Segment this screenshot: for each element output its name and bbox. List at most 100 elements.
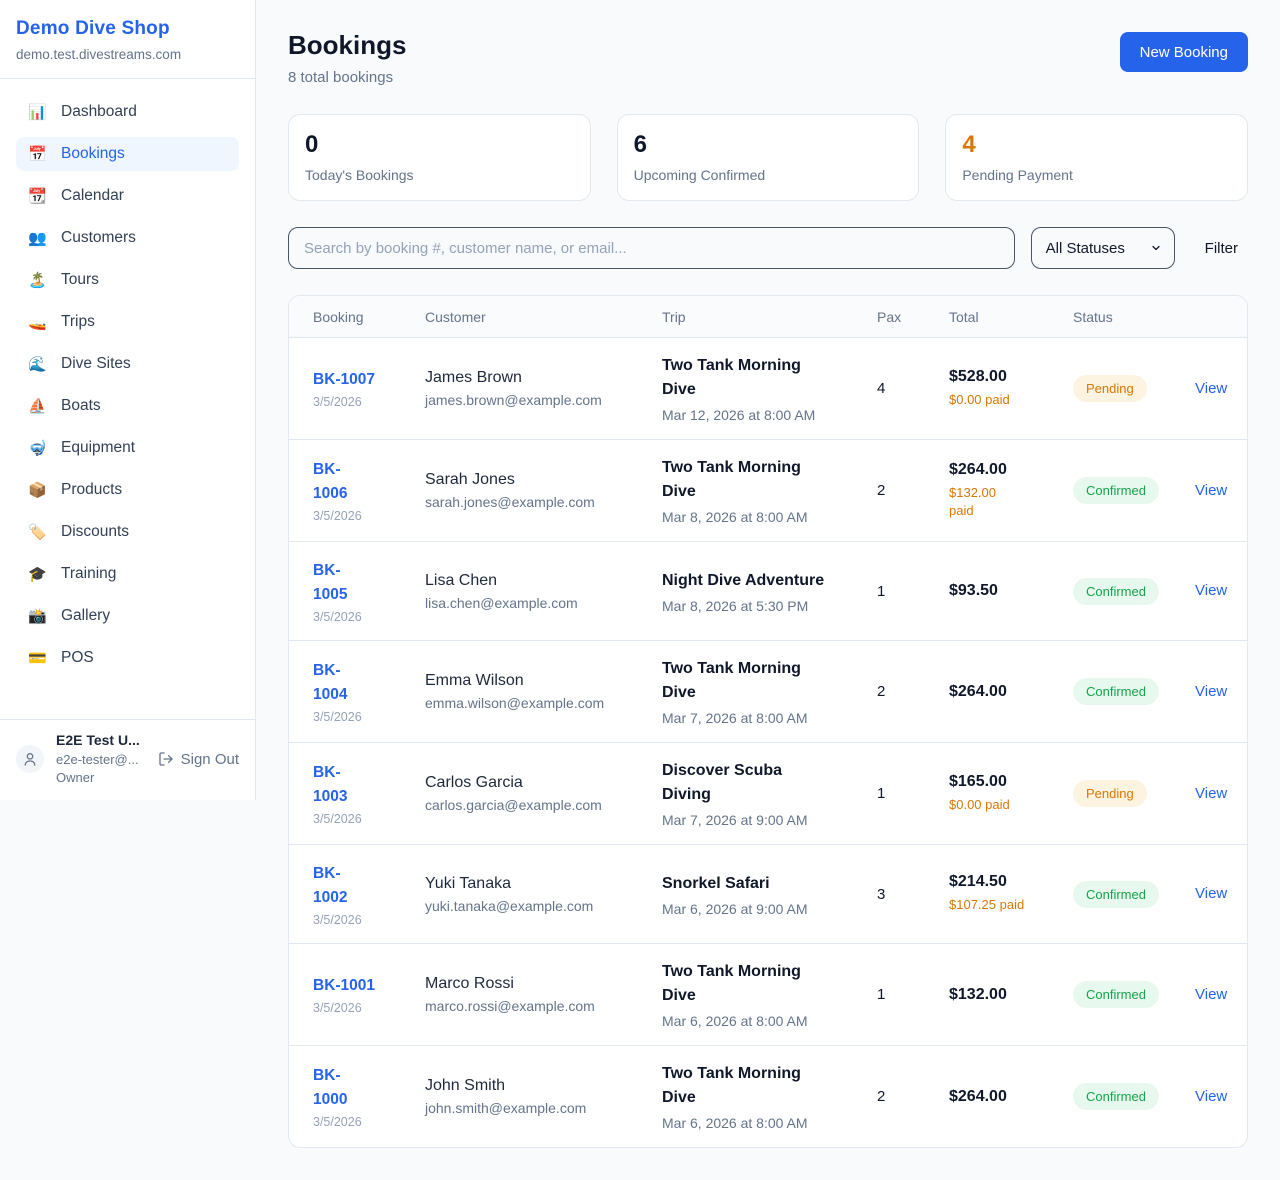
stat-value: 4 [962,132,1231,158]
customer-email: lisa.chen@example.com [425,595,662,611]
sidebar-item-label: Customers [61,229,136,247]
sign-out-button[interactable]: Sign Out [158,751,239,768]
status-badge: Pending [1073,375,1147,402]
view-booking-link[interactable]: View [1195,785,1227,802]
stat-label: Pending Payment [962,167,1231,183]
table-row: BK- 1000 3/5/2026 John Smith john.smith@… [289,1046,1247,1147]
column-header-status: Status [1073,309,1195,325]
sidebar-item-customers[interactable]: 👥 Customers [16,221,239,255]
booking-date: 3/5/2026 [313,395,425,409]
view-booking-link[interactable]: View [1195,380,1227,397]
booking-id-link[interactable]: BK-1001 [313,974,375,998]
bookings-table: Booking Customer Trip Pax Total Status B… [288,295,1248,1148]
page-header: Bookings 8 total bookings New Booking [288,30,1248,86]
sidebar-nav: 📊 Dashboard 📅 Bookings 📆 Calendar 👥 Cust… [0,79,255,675]
status-filter-value: All Statuses [1046,240,1125,257]
paid-amount: $107.25 paid [949,896,1073,915]
view-booking-link[interactable]: View [1195,885,1227,902]
table-row: BK-1007 3/5/2026 James Brown james.brown… [289,338,1247,440]
booking-id-link[interactable]: BK- 1000 [313,1064,347,1112]
booking-date: 3/5/2026 [313,812,425,826]
booking-date: 3/5/2026 [313,710,425,724]
sidebar-item-label: POS [61,649,94,667]
view-booking-link[interactable]: View [1195,1088,1227,1105]
search-input[interactable] [288,227,1015,269]
customers-icon: 👥 [28,229,47,247]
view-booking-link[interactable]: View [1195,582,1227,599]
customer-name: James Brown [425,369,662,387]
table-header-row: Booking Customer Trip Pax Total Status [289,296,1247,338]
booking-date: 3/5/2026 [313,1001,425,1015]
trip-datetime: Mar 6, 2026 at 9:00 AM [662,901,865,917]
status-badge: Confirmed [1073,981,1159,1008]
shop-domain: demo.test.divestreams.com [16,47,239,62]
sidebar-item-boats[interactable]: ⛵ Boats [16,389,239,423]
customer-name: Sarah Jones [425,471,662,489]
column-header-pax: Pax [877,309,949,325]
booking-date: 3/5/2026 [313,913,425,927]
trip-datetime: Mar 6, 2026 at 8:00 AM [662,1115,865,1131]
sidebar-item-products[interactable]: 📦 Products [16,473,239,507]
discounts-icon: 🏷️ [28,523,47,541]
customer-name: Lisa Chen [425,572,662,590]
trip-datetime: Mar 6, 2026 at 8:00 AM [662,1013,865,1029]
sidebar-item-training[interactable]: 🎓 Training [16,557,239,591]
booking-date: 3/5/2026 [313,1115,425,1129]
page-title: Bookings [288,30,406,61]
status-filter-select[interactable]: All Statuses [1031,227,1175,269]
sidebar-item-label: Tours [61,271,99,289]
pax-count: 4 [877,380,949,397]
customer-email: john.smith@example.com [425,1100,662,1116]
sidebar-item-calendar[interactable]: 📆 Calendar [16,179,239,213]
filter-button[interactable]: Filter [1205,240,1238,257]
sidebar-item-label: Trips [61,313,95,331]
customer-name: Emma Wilson [425,672,662,690]
table-row: BK-1001 3/5/2026 Marco Rossi marco.rossi… [289,944,1247,1046]
new-booking-button[interactable]: New Booking [1120,32,1248,72]
trip-datetime: Mar 8, 2026 at 5:30 PM [662,598,865,614]
table-row: BK- 1002 3/5/2026 Yuki Tanaka yuki.tanak… [289,845,1247,944]
booking-id-link[interactable]: BK- 1003 [313,761,347,809]
sidebar-item-label: Training [61,565,116,583]
customer-email: yuki.tanaka@example.com [425,898,662,914]
chevron-down-icon [1150,242,1162,254]
trip-datetime: Mar 8, 2026 at 8:00 AM [662,509,865,525]
total-amount: $264.00 [949,683,1073,701]
calendar-icon: 📆 [28,187,47,205]
pax-count: 1 [877,785,949,802]
column-header-booking: Booking [313,309,425,325]
pax-count: 1 [877,583,949,600]
sidebar-item-dashboard[interactable]: 📊 Dashboard [16,95,239,129]
sidebar-item-equipment[interactable]: 🤿 Equipment [16,431,239,465]
boats-icon: ⛵ [28,397,47,415]
view-booking-link[interactable]: View [1195,683,1227,700]
stat-label: Upcoming Confirmed [634,167,903,183]
booking-id-link[interactable]: BK- 1006 [313,458,347,506]
trip-datetime: Mar 7, 2026 at 9:00 AM [662,812,865,828]
sidebar-item-discounts[interactable]: 🏷️ Discounts [16,515,239,549]
sign-out-icon [158,751,174,767]
column-header-trip: Trip [662,309,877,325]
view-booking-link[interactable]: View [1195,482,1227,499]
sidebar-item-tours[interactable]: 🏝️ Tours [16,263,239,297]
booking-id-link[interactable]: BK- 1005 [313,559,347,607]
user-icon [22,751,38,767]
status-badge: Confirmed [1073,477,1159,504]
total-amount: $132.00 [949,986,1073,1004]
sidebar-item-gallery[interactable]: 📸 Gallery [16,599,239,633]
sidebar: Demo Dive Shop demo.test.divestreams.com… [0,0,256,800]
total-amount: $93.50 [949,582,1073,600]
training-icon: 🎓 [28,565,47,583]
sidebar-item-pos[interactable]: 💳 POS [16,641,239,675]
view-booking-link[interactable]: View [1195,986,1227,1003]
booking-id-link[interactable]: BK- 1004 [313,659,347,707]
sidebar-item-label: Gallery [61,607,110,625]
products-icon: 📦 [28,481,47,499]
stat-value: 0 [305,132,574,158]
pax-count: 1 [877,986,949,1003]
sidebar-item-trips[interactable]: 🚤 Trips [16,305,239,339]
sidebar-item-bookings[interactable]: 📅 Bookings [16,137,239,171]
booking-id-link[interactable]: BK-1007 [313,368,375,392]
booking-id-link[interactable]: BK- 1002 [313,862,347,910]
sidebar-item-dive-sites[interactable]: 🌊 Dive Sites [16,347,239,381]
